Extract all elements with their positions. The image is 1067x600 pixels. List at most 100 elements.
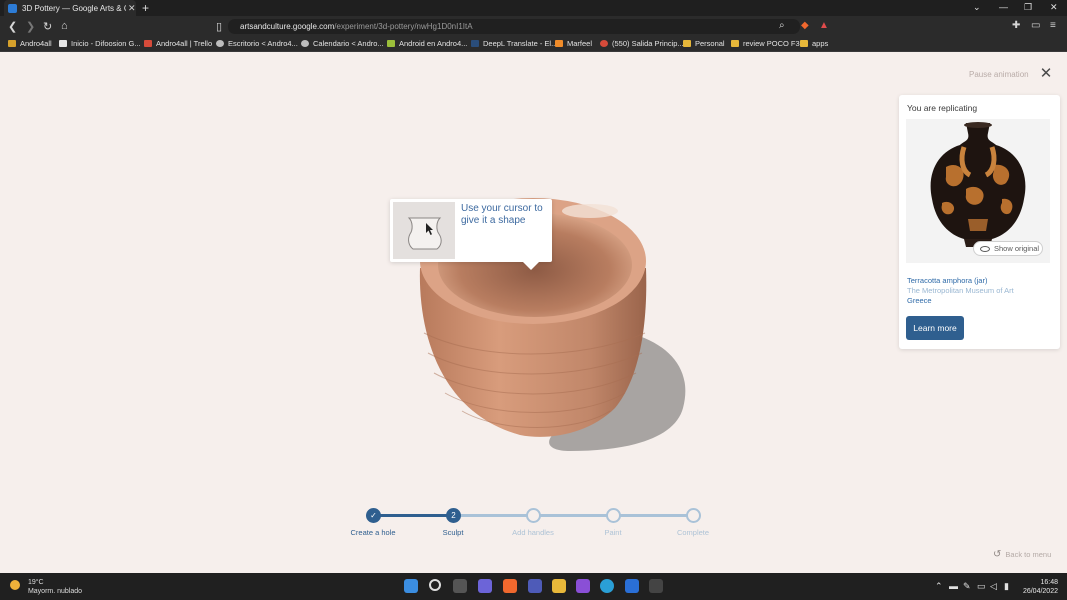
search-icon[interactable] (429, 579, 441, 591)
battery-icon[interactable]: ▮ (1004, 581, 1009, 592)
clock-time: 16:48 (1040, 579, 1058, 586)
tab-search-icon[interactable]: ⌄ (973, 2, 981, 13)
bookmark-icon[interactable]: ▯ (216, 20, 222, 33)
bookmark-item[interactable]: Android en Andro4... (387, 39, 467, 48)
youtube-icon (600, 40, 608, 47)
tray-app-icon[interactable]: ✎ (963, 581, 971, 592)
back-to-menu-link[interactable]: ↺ Back to menu (993, 549, 1051, 560)
hint-thumbnail (393, 202, 455, 259)
step-sculpt-node[interactable]: 2 (446, 508, 461, 523)
progress-stepper: ✓ 2 Create a hole Sculpt Add handles Pai… (340, 505, 730, 545)
show-original-label: Show original (994, 244, 1040, 253)
folder-icon (731, 40, 739, 47)
bookmark-item[interactable]: Andro4all | Trello (144, 39, 212, 48)
clock-date: 26/04/2022 (1022, 588, 1058, 595)
extensions-icon[interactable]: ✚ (1012, 20, 1020, 31)
weather-widget[interactable]: 19°C Mayorm. nublado (10, 578, 82, 596)
file-explorer-icon[interactable] (552, 579, 566, 593)
close-window-icon[interactable]: ✕ (1050, 2, 1058, 13)
page-icon (59, 40, 67, 47)
minimize-icon[interactable]: — (999, 2, 1008, 12)
brave-rewards-icon[interactable]: ▲ (819, 20, 829, 31)
windows-start-icon[interactable] (404, 579, 418, 593)
bookmark-item[interactable]: Andro4all (8, 39, 52, 48)
tab-title: 3D Pottery — Google Arts & Culture (22, 3, 126, 13)
address-bar[interactable]: artsandculture.google.com/experiment/3d-… (228, 19, 800, 34)
tray-display-icon[interactable]: ▭ (977, 581, 986, 592)
task-view-icon[interactable] (453, 579, 467, 593)
panel-heading: You are replicating (907, 103, 978, 113)
restore-icon[interactable]: ❐ (1024, 2, 1032, 13)
teams-chat-icon[interactable] (478, 579, 492, 593)
taskbar-clock[interactable]: 16:48 26/04/2022 (1022, 578, 1058, 596)
pot-rim-highlight (562, 204, 618, 218)
step-complete-label: Complete (676, 528, 710, 537)
bookmark-item[interactable]: DeepL Translate - El... (471, 39, 557, 48)
bookmark-item[interactable]: Inicio - Difoosion G... (59, 39, 141, 48)
app-icon[interactable] (625, 579, 639, 593)
android-icon (387, 40, 395, 47)
step-paint-node[interactable] (606, 508, 621, 523)
tray-app-icon[interactable]: ▬ (949, 581, 958, 591)
pause-animation-link[interactable]: Pause animation (969, 70, 1029, 79)
bookmark-item[interactable]: (550) Salida Princip... (600, 39, 684, 48)
browser-tab[interactable]: 3D Pottery — Google Arts & Culture ✕ (4, 0, 136, 16)
eye-icon (980, 245, 990, 252)
object-title-link[interactable]: Terracotta amphora (jar) (907, 276, 987, 285)
teams-icon[interactable] (528, 579, 542, 593)
step-add-handles-label: Add handles (512, 528, 554, 537)
back-to-menu-label: Back to menu (1005, 550, 1052, 559)
weather-sun-icon (10, 580, 20, 590)
bookmark-item[interactable]: Calendario < Andro... (301, 39, 384, 48)
step-create-hole-label: Create a hole (350, 528, 396, 537)
snipping-tool-icon[interactable] (649, 579, 663, 593)
museum-name[interactable]: The Metropolitan Museum of Art (907, 286, 1014, 295)
new-tab-icon[interactable]: + (142, 1, 149, 15)
url-host: artsandculture.google.com (240, 22, 335, 31)
volume-icon[interactable]: ◁ (990, 581, 997, 592)
pottery-canvas[interactable]: Pause animation ✕ Use your cursor to giv… (0, 53, 1067, 573)
back-icon[interactable]: ❮ (8, 20, 17, 33)
reload-icon[interactable]: ↻ (43, 20, 52, 33)
browser-toolbar: ❮ ❯ ↻ ⌂ ▯ artsandculture.google.com/expe… (0, 16, 1067, 37)
bookmark-item[interactable]: Personal (683, 39, 725, 48)
marfeel-icon (555, 40, 563, 47)
zoom-search-icon[interactable]: ⌕ (779, 20, 785, 31)
trello-icon (144, 40, 152, 47)
step-complete-node[interactable] (686, 508, 701, 523)
undo-arrow-icon: ↺ (993, 549, 1002, 560)
object-origin[interactable]: Greece (907, 296, 932, 305)
app-icon[interactable] (576, 579, 590, 593)
learn-more-button[interactable]: Learn more (906, 316, 964, 340)
arts-culture-favicon-icon (8, 3, 17, 13)
show-original-button[interactable]: Show original (973, 241, 1043, 256)
folder-icon (8, 40, 16, 47)
sculpt-hint-tooltip: Use your cursor to give it a shape (390, 199, 552, 270)
wallet-icon[interactable]: ▭ (1031, 20, 1040, 31)
close-experiment-button[interactable]: ✕ (1036, 64, 1056, 84)
brave-shield-icon[interactable]: ◆ (801, 20, 809, 31)
step-sculpt-label: Sculpt (442, 528, 464, 537)
forward-icon[interactable]: ❯ (26, 20, 35, 33)
hint-text: Use your cursor to give it a shape (461, 203, 543, 226)
bookmark-item[interactable]: Escritorio < Andro4... (216, 39, 298, 48)
browser-tab-bar: 3D Pottery — Google Arts & Culture ✕ + ⌄… (0, 0, 1067, 16)
bookmark-item[interactable]: apps (800, 39, 828, 48)
home-icon[interactable]: ⌂ (61, 20, 68, 32)
bookmark-item[interactable]: review POCO F3 (731, 39, 800, 48)
telegram-icon[interactable] (600, 579, 614, 593)
deepl-icon (471, 40, 479, 47)
wordpress-icon (216, 40, 224, 47)
windows-taskbar: 19°C Mayorm. nublado ⌃ ▬ ✎ ▭ ◁ ▮ 16:48 2… (0, 573, 1067, 600)
brave-browser-icon[interactable] (503, 579, 517, 593)
bookmark-item[interactable]: Marfeel (555, 39, 592, 48)
stepper-line-todo (460, 514, 700, 517)
step-add-handles-node[interactable] (526, 508, 541, 523)
folder-icon (800, 40, 808, 47)
menu-icon[interactable]: ≡ (1050, 20, 1056, 31)
step-paint-label: Paint (604, 528, 622, 537)
close-tab-icon[interactable]: ✕ (128, 3, 136, 14)
replicating-panel: You are replicating Show original Terrac… (899, 95, 1060, 349)
tray-chevron-icon[interactable]: ⌃ (935, 581, 943, 592)
step-create-hole-node[interactable]: ✓ (366, 508, 381, 523)
